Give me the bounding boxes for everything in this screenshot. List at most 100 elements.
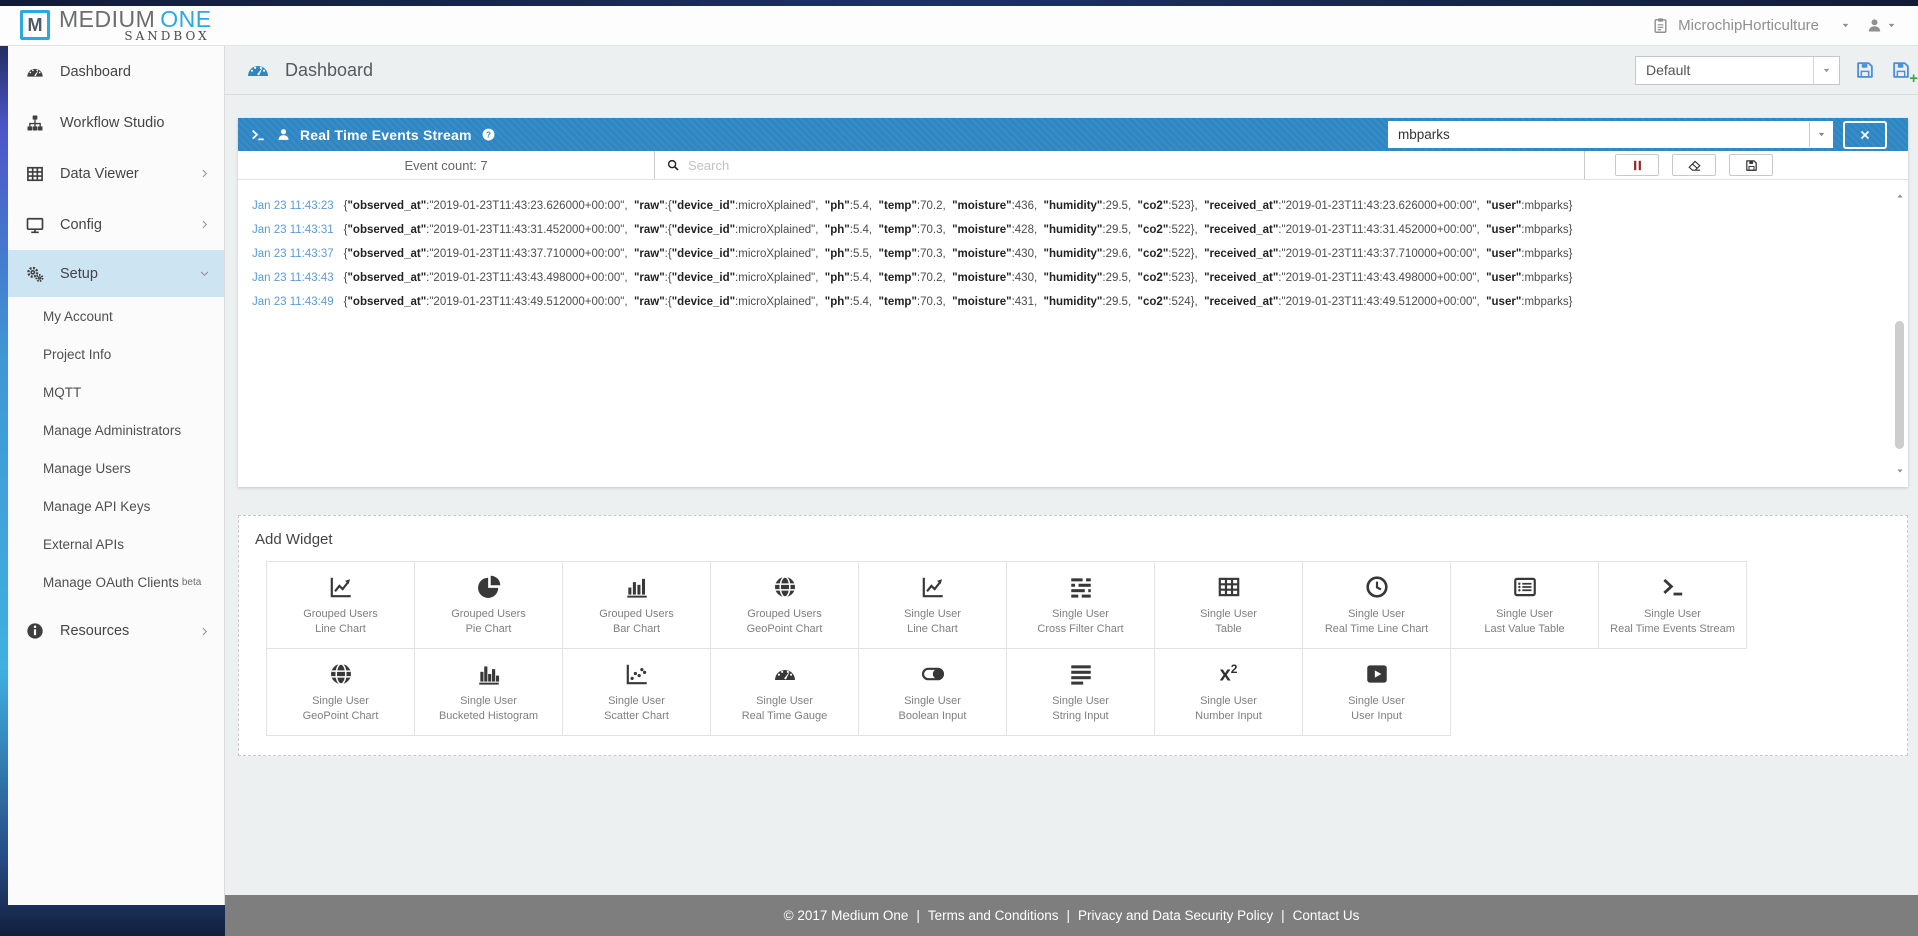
sidebar-subitem-external-apis[interactable]: External APIs xyxy=(8,525,224,563)
footer-link-contact-us[interactable]: Contact Us xyxy=(1293,908,1360,923)
dashboard-gauge-icon xyxy=(245,57,271,83)
footer-link-terms-and-conditions[interactable]: Terms and Conditions xyxy=(928,908,1059,923)
widget-tile-single-user-user-input[interactable]: Single UserUser Input xyxy=(1302,648,1451,736)
sidebar-item-resources[interactable]: Resources xyxy=(8,609,224,653)
widget-tile-single-user-scatter-chart[interactable]: Single UserScatter Chart xyxy=(562,648,711,736)
search-input[interactable] xyxy=(688,158,1584,173)
save-dashboard-button[interactable] xyxy=(1854,59,1876,81)
widget-tile-label-line2: Bucketed Histogram xyxy=(439,709,538,724)
stream-user-filter-value: mbparks xyxy=(1388,127,1809,142)
widget-tile-single-user-string-input[interactable]: Single UserString Input xyxy=(1006,648,1155,736)
event-log-lines: Jan 23 11:43:23{"observed_at":"2019-01-2… xyxy=(238,180,1908,314)
dashboard-preset-controls: Default + xyxy=(1635,56,1912,85)
widget-tile-single-user-cross-filter-chart[interactable]: Single UserCross Filter Chart xyxy=(1006,561,1155,649)
widget-tile-label-line2: Number Input xyxy=(1195,709,1262,724)
stream-user-filter-select[interactable]: mbparks xyxy=(1388,121,1833,148)
brand-sandbox: SANDBOX xyxy=(124,30,209,43)
dashboard-preset-select[interactable]: Default xyxy=(1635,56,1840,85)
left-rail-background: Dashboard Workflow Studio Data ViewerConfi… xyxy=(0,46,225,936)
org-caret-down-icon[interactable] xyxy=(1841,21,1850,30)
medium-one-logo: M MEDIUMONE SANDBOX xyxy=(20,8,212,43)
event-log-line: Jan 23 11:43:37{"observed_at":"2019-01-2… xyxy=(238,242,1908,266)
sidebar-subitem-label: Manage Administrators xyxy=(43,423,181,438)
scroll-down-arrow[interactable] xyxy=(1892,464,1907,478)
bar-chart-icon xyxy=(624,574,650,600)
clock-icon xyxy=(1364,574,1390,600)
widget-tile-label-line2: Real Time Line Chart xyxy=(1325,622,1428,637)
export-stream-button[interactable] xyxy=(1729,154,1773,176)
clipboard-icon xyxy=(1652,17,1669,34)
svg-text:?: ? xyxy=(486,130,491,139)
widget-tile-label-line1: Single User xyxy=(1052,694,1109,709)
globe-icon xyxy=(328,661,354,687)
dashboard-content: Real Time Events Stream ? mbparks Event … xyxy=(225,95,1918,895)
sidebar-item-config[interactable]: Config xyxy=(8,199,224,250)
widget-tile-grouped-users-line-chart[interactable]: Grouped UsersLine Chart xyxy=(266,561,415,649)
widget-tile-single-user-real-time-line-chart[interactable]: Single UserReal Time Line Chart xyxy=(1302,561,1451,649)
main-column: Dashboard Default + Real Time E xyxy=(225,46,1918,936)
scrollbar-thumb[interactable] xyxy=(1895,321,1904,449)
sidebar-item-setup[interactable]: Setup xyxy=(8,250,224,297)
widget-tile-single-user-table[interactable]: Single UserTable xyxy=(1154,561,1303,649)
widget-tile-single-user-real-time-gauge[interactable]: Single UserReal Time Gauge xyxy=(710,648,859,736)
widget-tile-grouped-users-bar-chart[interactable]: Grouped UsersBar Chart xyxy=(562,561,711,649)
user-caret-down-icon[interactable] xyxy=(1887,21,1896,30)
widget-tile-single-user-bucketed-histogram[interactable]: Single UserBucketed Histogram xyxy=(414,648,563,736)
stream-widget-header[interactable]: Real Time Events Stream ? mbparks xyxy=(238,118,1908,151)
save-dashboard-as-new-button[interactable]: + xyxy=(1890,59,1912,81)
widget-tile-single-user-boolean-input[interactable]: Single UserBoolean Input xyxy=(858,648,1007,736)
sidebar-subitem-mqtt[interactable]: MQTT xyxy=(8,373,224,411)
caret-up-icon xyxy=(1896,192,1904,200)
toggle-icon xyxy=(920,661,946,687)
widget-tile-label-line2: GeoPoint Chart xyxy=(303,709,379,724)
play-square-icon xyxy=(1364,661,1390,687)
add-widget-title: Add Widget xyxy=(239,516,1907,548)
widget-tile-single-user-line-chart[interactable]: Single UserLine Chart xyxy=(858,561,1007,649)
gauge-icon xyxy=(25,62,45,82)
widget-tile-label-line2: Last Value Table xyxy=(1484,622,1564,637)
widget-tile-grouped-users-pie-chart[interactable]: Grouped UsersPie Chart xyxy=(414,561,563,649)
close-widget-button[interactable] xyxy=(1843,121,1887,149)
widget-tile-single-user-number-input[interactable]: x2Single UserNumber Input xyxy=(1154,648,1303,736)
info-icon xyxy=(25,621,45,641)
widget-tile-label-line2: Pie Chart xyxy=(466,622,512,637)
scroll-up-arrow[interactable] xyxy=(1892,189,1907,203)
sidebar-subitem-manage-users[interactable]: Manage Users xyxy=(8,449,224,487)
sidebar-subitem-my-account[interactable]: My Account xyxy=(8,297,224,335)
caret-down-icon xyxy=(1896,467,1904,475)
chevron-down-icon xyxy=(199,268,210,279)
sidebar-subitem-manage-administrators[interactable]: Manage Administrators xyxy=(8,411,224,449)
help-icon[interactable]: ? xyxy=(481,127,496,142)
widget-tile-label-line2: GeoPoint Chart xyxy=(747,622,823,637)
sidebar-item-label: Resources xyxy=(60,623,129,639)
sidebar-item-workflow-studio[interactable]: Workflow Studio xyxy=(8,97,224,148)
sidebar-subitem-manage-oauth-clients[interactable]: Manage OAuth Clientsbeta xyxy=(8,563,224,601)
real-time-events-stream-widget: Real Time Events Stream ? mbparks Event … xyxy=(238,118,1908,487)
sidebar-item-label: Workflow Studio xyxy=(60,115,165,131)
chevron-right-icon xyxy=(199,626,210,637)
stream-toolbar: Event count: 7 xyxy=(238,151,1908,180)
event-timestamp: Jan 23 11:43:43 xyxy=(252,272,334,284)
organization-name[interactable]: MicrochipHorticulture xyxy=(1678,17,1819,34)
widget-tile-label-line1: Single User xyxy=(460,694,517,709)
top-header: M MEDIUMONE SANDBOX MicrochipHorticultur… xyxy=(0,6,1918,46)
user-menu-icon[interactable] xyxy=(1866,17,1883,34)
header-right: MicrochipHorticulture xyxy=(1652,17,1896,34)
stream-search-box xyxy=(655,151,1585,179)
sidebar-subitem-project-info[interactable]: Project Info xyxy=(8,335,224,373)
widget-tile-label-line2: Bar Chart xyxy=(613,622,660,637)
widget-tile-grouped-users-geopoint-chart[interactable]: Grouped UsersGeoPoint Chart xyxy=(710,561,859,649)
widget-tile-single-user-real-time-events-stream[interactable]: Single UserReal Time Events Stream xyxy=(1598,561,1747,649)
pause-stream-button[interactable] xyxy=(1615,154,1659,176)
sidebar-subitem-manage-api-keys[interactable]: Manage API Keys xyxy=(8,487,224,525)
clear-stream-button[interactable] xyxy=(1672,154,1716,176)
widget-tile-single-user-last-value-table[interactable]: Single UserLast Value Table xyxy=(1450,561,1599,649)
footer-link-privacy-and-data-security-policy[interactable]: Privacy and Data Security Policy xyxy=(1078,908,1273,923)
widget-tile-label-line1: Grouped Users xyxy=(451,607,526,622)
close-icon xyxy=(1859,129,1871,141)
sidebar-item-dashboard[interactable]: Dashboard xyxy=(8,46,224,97)
sidebar-item-data-viewer[interactable]: Data Viewer xyxy=(8,148,224,199)
widget-tile-single-user-geopoint-chart[interactable]: Single UserGeoPoint Chart xyxy=(266,648,415,736)
stream-scrollbar xyxy=(1892,181,1907,486)
user-icon xyxy=(276,127,291,142)
